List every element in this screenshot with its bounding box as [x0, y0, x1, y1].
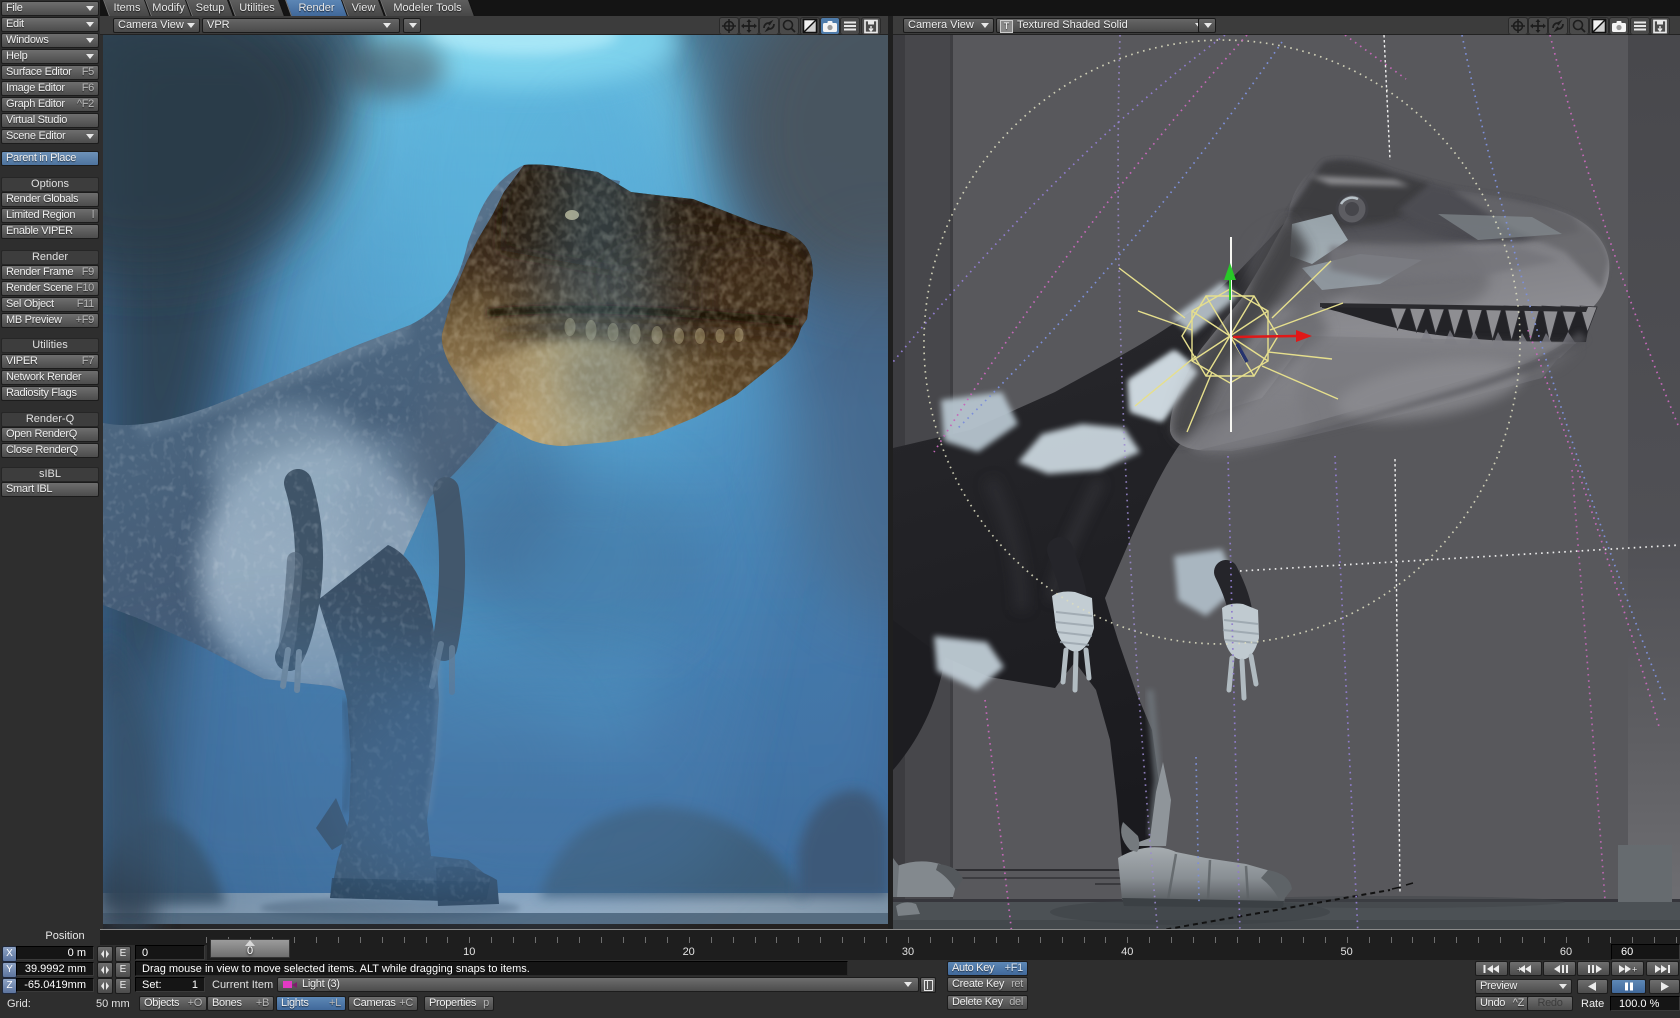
svg-text:+: +: [1632, 965, 1637, 975]
